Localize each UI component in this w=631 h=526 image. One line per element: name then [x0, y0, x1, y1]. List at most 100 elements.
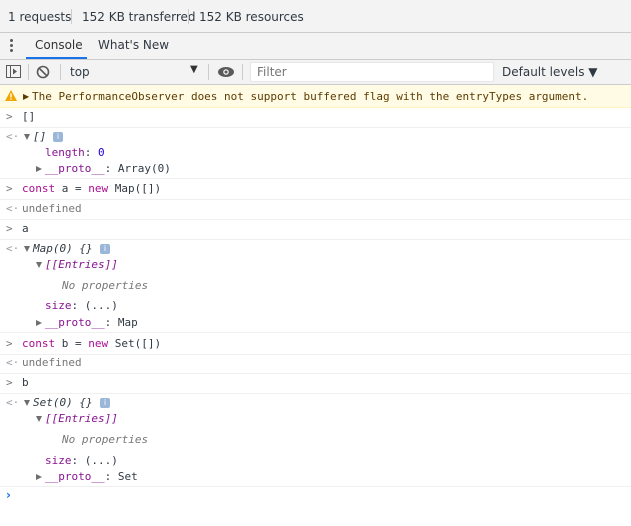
expanded-triangle-icon[interactable] — [36, 416, 42, 422]
input-chevron-icon: > — [6, 222, 13, 235]
result-arrow-icon: <· — [6, 202, 20, 215]
live-expression-eye-icon[interactable] — [217, 66, 235, 78]
tab-whats-new[interactable]: What's New — [98, 38, 169, 52]
result-arrow-icon: <· — [6, 242, 20, 255]
info-icon: i — [100, 244, 110, 254]
warning-icon — [5, 90, 17, 101]
expand-triangle-icon[interactable]: ▶ — [23, 92, 29, 101]
result-arrow-icon: <· — [6, 396, 20, 409]
result-arrow-icon: <· — [6, 356, 20, 369]
transferred-size: 152 KB transferred — [82, 10, 196, 24]
context-select[interactable]: top — [70, 65, 90, 79]
property-row: __proto__: Set — [0, 470, 631, 487]
property-value: Set — [117, 470, 138, 483]
console-input-line: > const a = new Map([]) — [0, 182, 631, 200]
console-input-line: > [] — [0, 110, 631, 128]
input-text: b — [22, 376, 29, 389]
filter-input[interactable] — [250, 62, 494, 82]
input-chevron-icon: > — [6, 376, 13, 389]
property-key: __proto__ — [45, 162, 105, 175]
console-result-line: <· Map(0) {} i — [0, 242, 631, 258]
property-key: size — [45, 454, 72, 467]
result-text[interactable]: Set(0) {} — [33, 396, 93, 409]
code-text: a = — [61, 182, 82, 195]
resources-size: 152 KB resources — [199, 10, 304, 24]
clear-console-icon[interactable] — [36, 65, 50, 79]
console-input-line: > b — [0, 376, 631, 394]
divider — [208, 64, 209, 80]
keyword: new — [88, 182, 109, 195]
collapsed-triangle-icon[interactable] — [36, 166, 42, 172]
result-text: undefined — [22, 202, 82, 215]
property-row: length: 0 — [45, 146, 105, 159]
collapsed-triangle-icon[interactable] — [36, 474, 42, 480]
expanded-triangle-icon[interactable] — [36, 262, 42, 268]
input-text: [] — [22, 110, 36, 123]
code-text: Set([]) — [114, 337, 162, 350]
network-summary-bar: 1 requests 152 KB transferred 152 KB res… — [0, 0, 631, 33]
info-icon: i — [53, 132, 63, 142]
input-chevron-icon: > — [6, 182, 13, 195]
entries-label[interactable]: [[Entries]] — [45, 412, 118, 425]
console-result-line: <· Set(0) {} i — [0, 396, 631, 412]
chevron-down-icon[interactable]: ▼ — [190, 64, 198, 75]
entries-label[interactable]: [[Entries]] — [45, 258, 118, 271]
property-row: size: (...) — [45, 454, 118, 467]
console-result-line: <· undefined — [0, 356, 631, 374]
code-text: Map([]) — [114, 182, 162, 195]
property-value: Map — [117, 316, 138, 329]
property-row: size: (...) — [45, 299, 118, 312]
entries-row: [[Entries]] — [0, 412, 631, 428]
result-text: undefined — [22, 356, 82, 369]
keyword: const — [22, 337, 56, 350]
active-tab-indicator — [26, 57, 87, 59]
property-key: length — [45, 146, 85, 159]
property-value[interactable]: (...) — [85, 299, 118, 312]
divider — [28, 64, 29, 80]
info-icon: i — [100, 398, 110, 408]
keyword: new — [88, 337, 109, 350]
empty-entries-row: No properties — [0, 433, 631, 449]
property-row: __proto__: Array(0) — [0, 162, 631, 179]
property-value: Array(0) — [117, 162, 171, 175]
expanded-triangle-icon[interactable] — [24, 400, 30, 406]
no-properties-text: No properties — [62, 279, 149, 292]
result-text[interactable]: [] — [33, 130, 46, 143]
console-result-line: <· [] i — [0, 130, 631, 146]
divider — [71, 9, 72, 24]
property-key: __proto__ — [45, 316, 105, 329]
console-input-line: > const b = new Set([]) — [0, 337, 631, 355]
collapsed-triangle-icon[interactable] — [36, 320, 42, 326]
more-options-icon[interactable] — [10, 39, 14, 53]
sidebar-toggle-icon[interactable] — [6, 65, 22, 79]
expanded-triangle-icon[interactable] — [24, 246, 30, 252]
input-chevron-icon: > — [6, 110, 13, 123]
warning-message: ▶ The PerformanceObserver does not suppo… — [0, 85, 631, 108]
console-prompt-input[interactable] — [20, 488, 620, 504]
drawer-tabbar: Console What's New — [0, 33, 631, 60]
requests-count: 1 requests — [8, 10, 72, 24]
result-arrow-icon: <· — [6, 130, 20, 143]
entries-row: [[Entries]] — [0, 258, 631, 274]
warning-text: The PerformanceObserver does not support… — [32, 90, 589, 103]
property-value[interactable]: (...) — [85, 454, 118, 467]
divider — [60, 64, 61, 80]
keyword: const — [22, 182, 56, 195]
property-key: __proto__ — [45, 470, 105, 483]
divider — [188, 9, 189, 24]
empty-entries-row: No properties — [0, 279, 631, 295]
result-text[interactable]: Map(0) {} — [33, 242, 93, 255]
property-row: __proto__: Map — [0, 316, 631, 333]
input-text: a — [22, 222, 29, 235]
input-chevron-icon: > — [6, 337, 13, 350]
console-input-line: > a — [0, 222, 631, 240]
expanded-triangle-icon[interactable] — [24, 134, 30, 140]
console-result-line: <· undefined — [0, 202, 631, 220]
tab-console[interactable]: Console — [35, 38, 83, 52]
code-text: b = — [61, 337, 82, 350]
console-toolbar: top ▼ Default levels ▼ — [0, 60, 631, 85]
property-key: size — [45, 299, 72, 312]
console-prompt-icon[interactable]: › — [6, 488, 11, 502]
log-levels-dropdown[interactable]: Default levels ▼ — [502, 65, 598, 79]
property-value: 0 — [98, 146, 105, 159]
